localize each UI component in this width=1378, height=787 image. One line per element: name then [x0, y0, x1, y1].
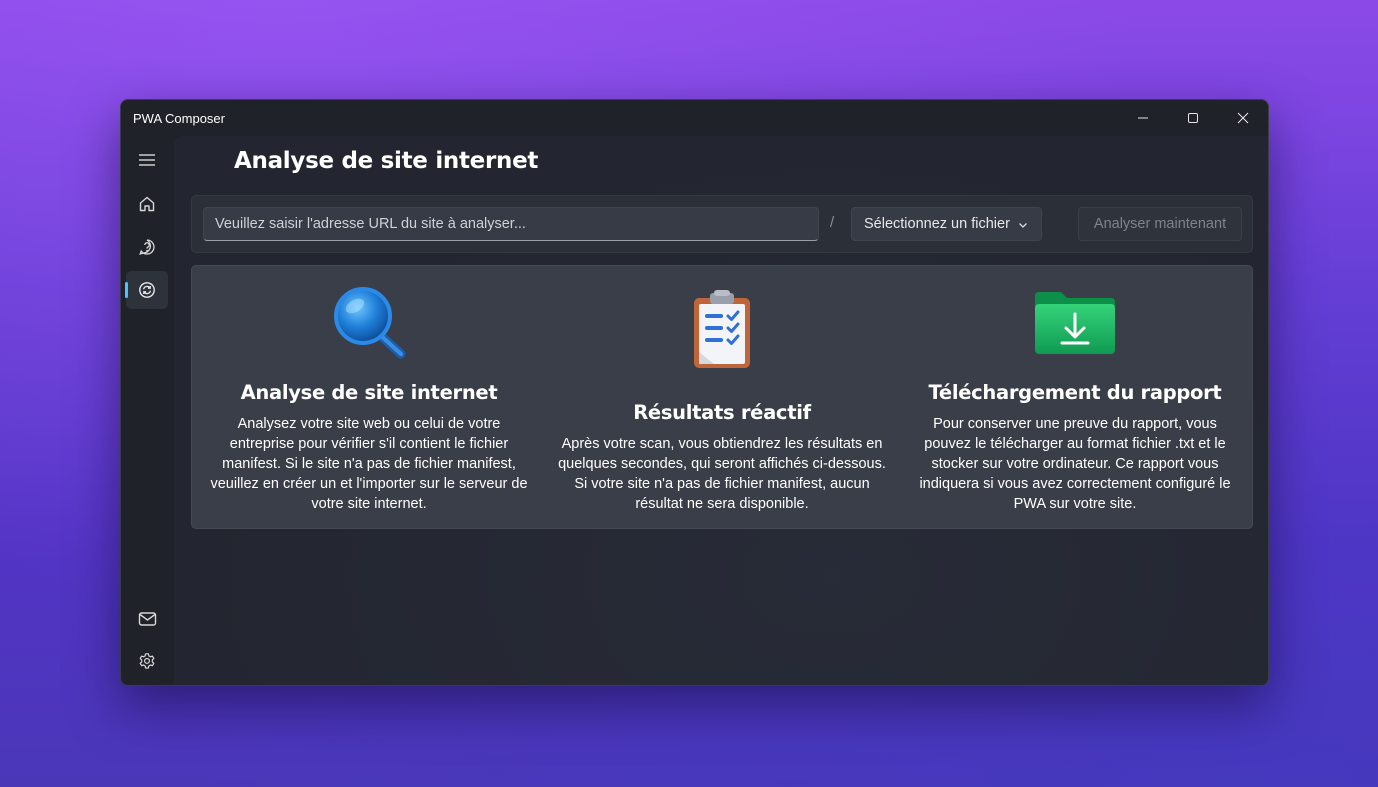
app-title: PWA Composer [133, 110, 225, 126]
home-icon [139, 196, 155, 212]
clipboard-checklist-icon [694, 290, 750, 368]
sidebar-item-settings[interactable] [126, 642, 168, 680]
app-window: PWA Composer Analyse de site internet Ve… [120, 99, 1269, 686]
analysis-toolbar: / Sélectionnez un fichier Analyser maint… [191, 195, 1253, 253]
mail-icon [138, 612, 156, 626]
file-select-label: Sélectionnez un fichier [864, 216, 1010, 232]
sidebar-item-mail[interactable] [126, 600, 168, 638]
feature-reactive-results: Résultats réactif Après votre scan, vous… [557, 266, 887, 528]
download-folder-icon [1035, 292, 1115, 354]
help-icon [139, 239, 155, 256]
main-content: Analyse de site internet / Sélectionnez … [174, 136, 1268, 685]
feature-description: Après votre scan, vous obtiendrez les ré… [558, 436, 886, 512]
sidebar-item-home[interactable] [126, 185, 168, 223]
feature-title: Résultats réactif [633, 401, 811, 424]
feature-description: Analysez votre site web ou celui de votr… [210, 416, 528, 512]
menu-toggle-button[interactable] [126, 141, 168, 179]
feature-description: Pour conserver une preuve du rapport, vo… [919, 416, 1231, 512]
sync-icon [139, 282, 155, 298]
chevron-down-icon [1019, 223, 1027, 228]
navigation-sidebar [121, 136, 174, 685]
minimize-button[interactable] [1118, 100, 1168, 136]
title-bar[interactable]: PWA Composer [121, 100, 1268, 136]
analyze-now-button[interactable]: Analyser maintenant [1078, 207, 1242, 241]
sidebar-item-help[interactable] [126, 228, 168, 266]
feature-title: Téléchargement du rapport [928, 381, 1222, 404]
close-icon [1237, 112, 1249, 124]
maximize-button[interactable] [1168, 100, 1218, 136]
feature-site-analysis: Analyse de site internet Analysez votre … [204, 266, 534, 528]
url-input[interactable] [203, 207, 819, 241]
active-indicator [125, 282, 128, 298]
magnifier-icon [334, 287, 406, 359]
file-select-dropdown[interactable]: Sélectionnez un fichier [851, 207, 1042, 241]
separator: / [830, 214, 835, 231]
gear-icon [139, 653, 155, 669]
maximize-icon [1188, 113, 1198, 123]
hamburger-menu-icon [139, 154, 155, 166]
feature-title: Analyse de site internet [240, 381, 498, 404]
feature-report-download: Téléchargement du rapport Pour conserver… [910, 266, 1240, 528]
minimize-icon [1138, 117, 1148, 119]
page-title: Analyse de site internet [234, 148, 539, 174]
sidebar-item-analyze[interactable] [125, 271, 168, 309]
features-card: Analyse de site internet Analysez votre … [191, 265, 1253, 529]
window-controls [1118, 100, 1268, 136]
close-button[interactable] [1218, 100, 1268, 136]
